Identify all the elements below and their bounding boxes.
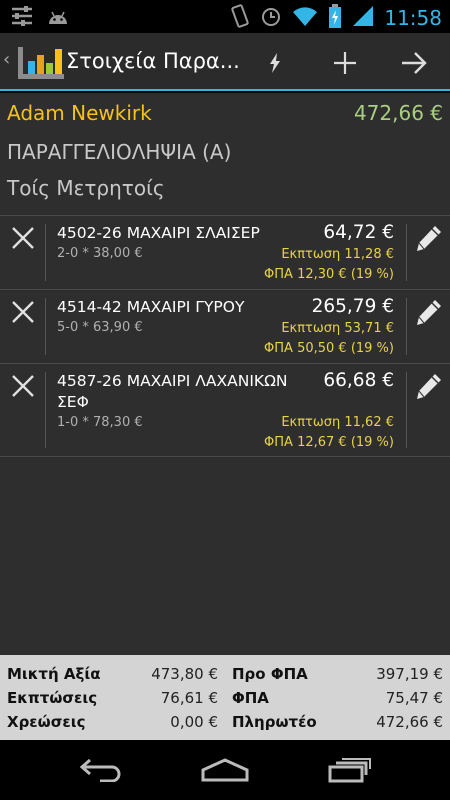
charges-label: Χρεώσεις [7, 713, 86, 731]
navigation-bar [0, 740, 450, 800]
pencil-icon [417, 374, 441, 399]
order-details: Adam Newkirk 472,66 € ΠΑΡΑΓΓΕΛΙΟΛΗΨΙΑ (Α… [0, 93, 450, 655]
discounts-label: Εκπτώσεις [7, 689, 98, 707]
totals-summary: Μικτή Αξία 473,80 € Προ ΦΠΑ 397,19 € Εκπ… [0, 655, 450, 740]
vibrate-icon [230, 4, 250, 32]
back-icon [79, 758, 121, 782]
recent-apps-icon [328, 758, 371, 783]
arrow-forward-icon [402, 52, 427, 74]
delete-item-button[interactable] [0, 364, 46, 456]
clock: 11:58 [384, 6, 442, 30]
battery-charging-icon [328, 4, 342, 32]
customer-name: Adam Newkirk [7, 101, 152, 125]
pencil-icon [417, 226, 441, 251]
signal-icon [352, 5, 374, 31]
next-button[interactable] [394, 43, 434, 83]
flash-icon [270, 53, 280, 73]
item-price: 265,79 € [311, 296, 394, 317]
list-item[interactable]: 4514-42 ΜΑΧΑΙΡΙ ΓΥΡΟΥ 265,79 € 5-0 * 63,… [0, 289, 450, 363]
alarm-icon [260, 5, 282, 31]
item-vat: ΦΠΑ 12,30 € (19 %) [264, 267, 394, 282]
close-icon [12, 375, 34, 397]
status-bar: 11:58 [0, 0, 450, 33]
pencil-icon [417, 300, 441, 325]
charges-value: 0,00 € [170, 713, 218, 731]
up-caret-icon[interactable]: ‹ [3, 49, 13, 70]
summary-row: Μικτή Αξία 473,80 € Προ ΦΠΑ 397,19 € [0, 665, 450, 687]
document-type[interactable]: ΠΑΡΑΓΓΕΛΙΟΛΗΨΙΑ (Α) [7, 140, 231, 164]
home-icon [201, 758, 249, 782]
delete-item-button[interactable] [0, 216, 46, 289]
gross-label: Μικτή Αξία [7, 665, 101, 683]
page-title: Στοιχεία Παρα... [66, 49, 240, 73]
item-price: 66,68 € [323, 370, 394, 391]
settings-sliders-icon [10, 6, 34, 30]
edit-item-button[interactable] [406, 216, 450, 289]
add-icon [334, 52, 356, 74]
delete-item-button[interactable] [0, 290, 46, 363]
customer-row[interactable]: Adam Newkirk 472,66 € [7, 101, 443, 131]
item-vat: ΦΠΑ 12,67 € (19 %) [264, 435, 394, 450]
close-icon [12, 227, 34, 249]
android-icon [46, 6, 70, 30]
payment-method[interactable]: Τοίς Μετρητοίς [7, 176, 165, 200]
item-list: 4502-26 ΜΑΧΑΙΡΙ ΣΛΑΙΣΕΡ 64,72 € 2-0 * 38… [0, 215, 450, 457]
item-discount: Εκπτωση 53,71 € [281, 321, 394, 336]
item-vat: ΦΠΑ 50,50 € (19 %) [264, 341, 394, 356]
add-button[interactable] [325, 43, 365, 83]
close-icon [12, 301, 34, 323]
summary-row: Εκπτώσεις 76,61 € ΦΠΑ 75,47 € [0, 689, 450, 711]
home-button[interactable] [195, 750, 255, 790]
list-item[interactable]: 4587-26 ΜΑΧΑΙΡΙ ΛΑΧΑΝΙΚΩΝ ΣΕΦ 66,68 € 1-… [0, 363, 450, 457]
vat-value: 75,47 € [385, 689, 443, 707]
flash-button[interactable] [255, 43, 295, 83]
item-discount: Εκπτωση 11,62 € [281, 415, 394, 430]
edit-item-button[interactable] [406, 364, 450, 456]
summary-row: Χρεώσεις 0,00 € Πληρωτέο 472,66 € [0, 713, 450, 735]
vat-label: ΦΠΑ [232, 689, 269, 707]
payable-value: 472,66 € [376, 713, 443, 731]
payable-label: Πληρωτέο [232, 713, 317, 731]
item-discount: Εκπτωση 11,28 € [281, 247, 394, 262]
action-bar: ‹ Στοιχεία Παρα... [0, 33, 450, 91]
discounts-value: 76,61 € [160, 689, 218, 707]
wifi-icon [292, 5, 318, 31]
list-item[interactable]: 4502-26 ΜΑΧΑΙΡΙ ΣΛΑΙΣΕΡ 64,72 € 2-0 * 38… [0, 215, 450, 289]
item-price: 64,72 € [323, 222, 394, 243]
app-logo-icon[interactable] [14, 41, 64, 85]
pre-vat-label: Προ ΦΠΑ [232, 665, 308, 683]
back-button[interactable] [70, 750, 130, 790]
pre-vat-value: 397,19 € [376, 665, 443, 683]
gross-value: 473,80 € [151, 665, 218, 683]
customer-total: 472,66 € [353, 101, 443, 125]
recent-apps-button[interactable] [320, 750, 380, 790]
edit-item-button[interactable] [406, 290, 450, 363]
